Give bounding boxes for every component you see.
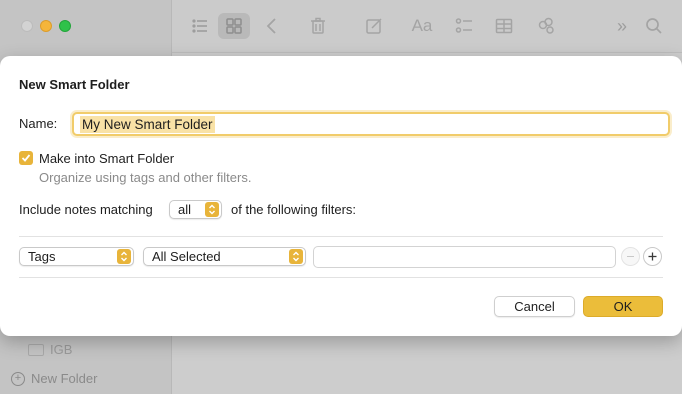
- popup-arrows-icon: [117, 249, 131, 264]
- dialog-title: New Smart Folder: [19, 77, 130, 92]
- match-prefix-label: Include notes matching: [19, 202, 153, 217]
- filter-condition-popup[interactable]: All Selected: [143, 247, 306, 266]
- match-mode-popup[interactable]: all: [169, 200, 222, 219]
- filter-value-field[interactable]: [313, 246, 616, 268]
- minimize-window-button[interactable]: [40, 20, 52, 32]
- new-folder-button[interactable]: + New Folder: [11, 371, 97, 386]
- checkmark-icon: [21, 154, 31, 162]
- more-icon[interactable]: »: [610, 14, 634, 38]
- sidebar-item-label: IGB: [50, 342, 73, 357]
- ok-button[interactable]: OK: [583, 296, 663, 317]
- sidebar-item-igb[interactable]: IGB: [28, 342, 72, 357]
- toolbar: Aa »: [172, 0, 682, 53]
- folder-name-value: My New Smart Folder: [80, 115, 215, 133]
- back-icon[interactable]: [260, 14, 284, 38]
- compose-icon[interactable]: [362, 14, 386, 38]
- cancel-button[interactable]: Cancel: [494, 296, 575, 317]
- name-label: Name:: [19, 116, 58, 131]
- filters-bottom-divider: [19, 277, 663, 278]
- folder-name-input[interactable]: My New Smart Folder: [72, 112, 670, 136]
- checklist-icon[interactable]: [452, 14, 476, 38]
- smart-folder-description: Organize using tags and other filters.: [39, 170, 252, 185]
- new-folder-label: New Folder: [31, 371, 98, 386]
- search-icon[interactable]: [642, 14, 666, 38]
- text-format-icon[interactable]: Aa: [410, 14, 434, 38]
- plus-circle-icon: +: [11, 371, 25, 386]
- share-icon[interactable]: [534, 14, 558, 38]
- plus-icon: [648, 252, 657, 261]
- trash-icon[interactable]: [306, 14, 330, 38]
- filter-field-value: Tags: [28, 249, 56, 264]
- remove-filter-button[interactable]: [621, 247, 640, 266]
- list-view-icon[interactable]: [188, 14, 212, 38]
- minus-icon: [627, 256, 634, 257]
- filter-field-popup[interactable]: Tags: [19, 247, 134, 266]
- popup-arrows-icon: [289, 249, 303, 264]
- close-window-button[interactable]: [21, 20, 33, 32]
- gallery-view-icon[interactable]: [218, 13, 250, 39]
- new-smart-folder-dialog: New Smart Folder Name: My New Smart Fold…: [0, 56, 682, 336]
- folder-icon: [28, 343, 44, 356]
- filters-top-divider: [19, 236, 663, 237]
- add-filter-button[interactable]: [643, 247, 662, 266]
- match-mode-value: all: [178, 202, 192, 217]
- match-suffix-label: of the following filters:: [231, 202, 357, 217]
- maximize-window-button[interactable]: [59, 20, 71, 32]
- table-icon[interactable]: [492, 14, 516, 38]
- smart-folder-checkbox[interactable]: [19, 151, 33, 165]
- filter-condition-value: All Selected: [152, 249, 221, 264]
- smart-folder-checkbox-label[interactable]: Make into Smart Folder: [39, 151, 174, 166]
- popup-arrows-icon: [205, 202, 219, 217]
